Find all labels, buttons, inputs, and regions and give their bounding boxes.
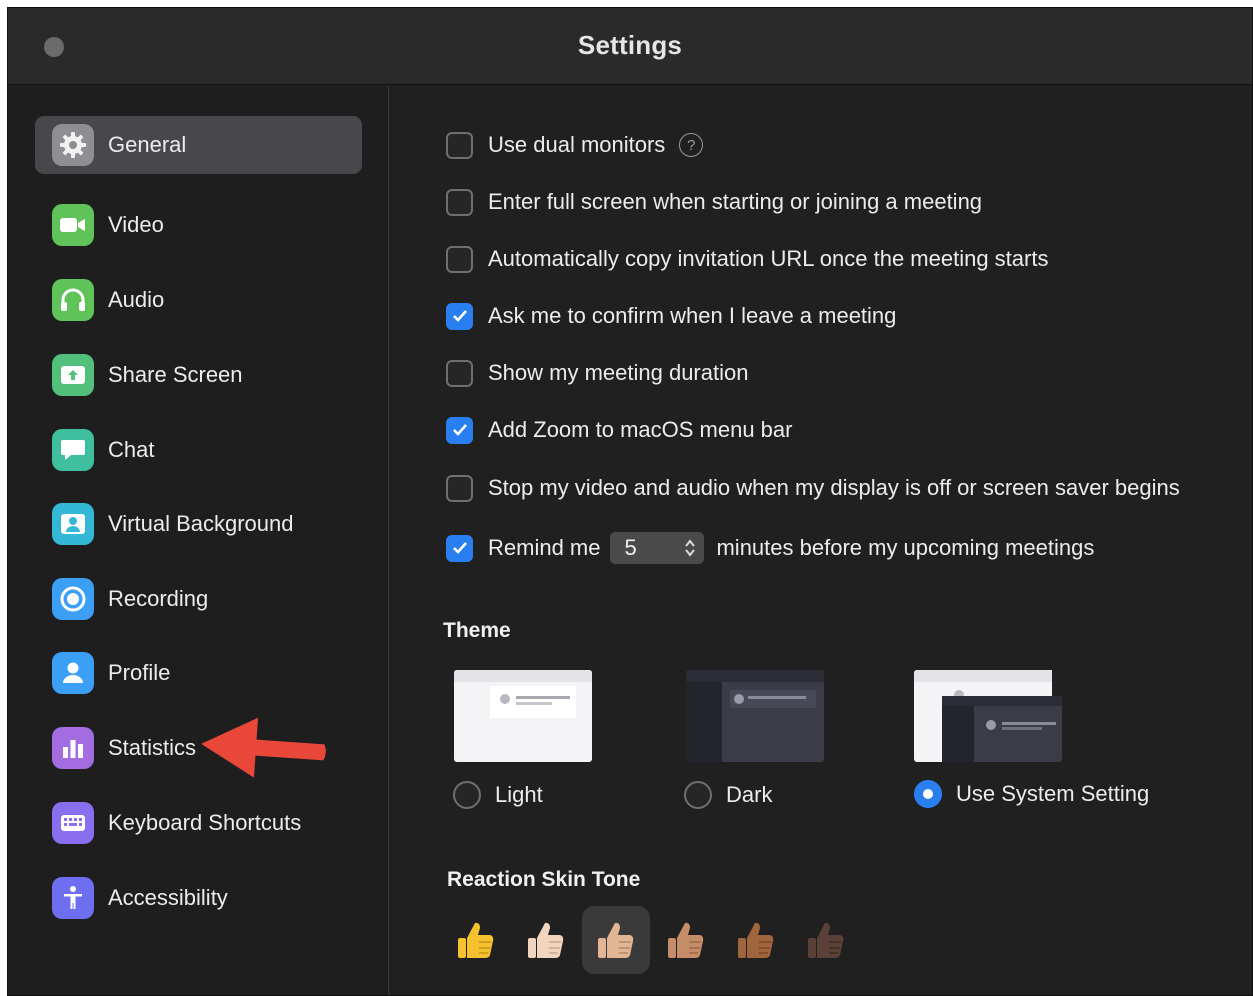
checkbox[interactable] [446, 359, 473, 387]
reminder-minutes-stepper[interactable]: 5 [610, 532, 705, 564]
theme-light-preview[interactable] [454, 670, 592, 762]
option-label: Stop my video and audio when my display … [488, 475, 1180, 500]
general-settings-panel: Use dual monitors ? Enter full screen wh… [390, 86, 1252, 995]
sidebar-item-label: General [108, 132, 187, 157]
thumbs-up-icon [668, 922, 704, 958]
option-label: Ask me to confirm when I leave a meeting [488, 303, 897, 328]
radio-label: Light [495, 782, 543, 807]
checkmark-icon [452, 424, 467, 436]
settings-window: Settings General Video Audio Share Scree… [7, 7, 1253, 996]
annotation-arrow [201, 717, 326, 778]
theme-system-preview[interactable] [914, 670, 1062, 762]
sidebar-item-share-screen[interactable]: Share Screen [35, 346, 362, 404]
checkbox[interactable] [446, 474, 473, 502]
accessibility-icon [52, 877, 94, 919]
sidebar-item-general[interactable]: General [35, 116, 362, 174]
bar-chart-icon [52, 727, 94, 769]
sidebar-item-label: Profile [108, 660, 171, 685]
checkbox[interactable] [446, 131, 473, 159]
sidebar-item-label: Virtual Background [108, 511, 294, 536]
theme-option-system[interactable]: Use System Setting [914, 780, 1149, 808]
theme-option-dark[interactable]: Dark [684, 781, 772, 809]
thumbs-up-icon [458, 922, 494, 958]
option-confirm-leave[interactable]: Ask me to confirm when I leave a meeting [446, 301, 896, 331]
skin-tone-dark[interactable] [792, 906, 860, 974]
theme-section-title: Theme [443, 619, 511, 642]
radio-button[interactable] [453, 781, 481, 809]
checkbox[interactable] [446, 534, 473, 562]
person-icon [52, 652, 94, 694]
sidebar-item-keyboard-shortcuts[interactable]: Keyboard Shortcuts [35, 794, 362, 852]
sidebar-item-label: Keyboard Shortcuts [108, 810, 302, 835]
skin-tone-medium[interactable] [652, 906, 720, 974]
sidebar-item-video[interactable]: Video [35, 196, 362, 254]
option-label: Add Zoom to macOS menu bar [488, 417, 793, 442]
sidebar-item-chat[interactable]: Chat [35, 421, 362, 479]
skin-tone-light[interactable] [512, 906, 580, 974]
thumbs-up-icon [808, 922, 844, 958]
option-stop-video-audio[interactable]: Stop my video and audio when my display … [446, 473, 1180, 503]
option-label: Automatically copy invitation URL once t… [488, 246, 1049, 271]
radio-button[interactable] [684, 781, 712, 809]
video-camera-icon [52, 204, 94, 246]
sidebar-item-recording[interactable]: Recording [35, 570, 362, 628]
stepper-arrows-icon[interactable] [684, 538, 696, 558]
thumbs-up-icon [528, 922, 564, 958]
radio-button[interactable] [914, 780, 942, 808]
keyboard-icon [52, 802, 94, 844]
help-icon[interactable]: ? [679, 133, 704, 157]
stepper-value: 5 [624, 535, 637, 560]
skin-tone-medium-dark[interactable] [722, 906, 790, 974]
skin-tone-section-title: Reaction Skin Tone [447, 868, 641, 891]
sidebar-item-label: Recording [108, 586, 209, 611]
share-screen-icon [52, 354, 94, 396]
checkbox[interactable] [446, 188, 473, 216]
radio-label: Dark [726, 782, 773, 807]
theme-dark-preview[interactable] [686, 670, 824, 762]
sidebar-item-label: Accessibility [108, 885, 228, 910]
skin-tone-medium-light[interactable] [582, 906, 650, 974]
radio-label: Use System Setting [956, 781, 1150, 806]
gear-icon [52, 124, 94, 166]
headphones-icon [52, 279, 94, 321]
option-label: Use dual monitors [488, 132, 666, 157]
record-icon [52, 578, 94, 620]
option-dual-monitors[interactable]: Use dual monitors ? [446, 130, 704, 160]
checkbox[interactable] [446, 302, 473, 330]
thumbs-up-icon [598, 922, 634, 958]
checkmark-icon [452, 542, 467, 554]
sidebar-item-accessibility[interactable]: Accessibility [35, 869, 362, 927]
window-title: Settings [577, 30, 683, 60]
thumbs-up-icon [738, 922, 774, 958]
sidebar-item-label: Share Screen [108, 362, 243, 387]
option-label: Show my meeting duration [488, 360, 749, 385]
option-label: minutes before my upcoming meetings [716, 535, 1095, 560]
sidebar-item-profile[interactable]: Profile [35, 644, 362, 702]
title-bar: Settings [8, 8, 1252, 85]
checkmark-icon [452, 310, 467, 322]
chat-bubble-icon [52, 429, 94, 471]
sidebar-item-audio[interactable]: Audio [35, 271, 362, 329]
checkbox[interactable] [446, 245, 473, 273]
option-copy-invitation-url[interactable]: Automatically copy invitation URL once t… [446, 244, 1048, 274]
sidebar-item-label: Audio [108, 287, 165, 312]
checkbox[interactable] [446, 416, 473, 444]
sidebar-item-label: Video [108, 212, 164, 237]
sidebar-item-virtual-background[interactable]: Virtual Background [35, 495, 362, 553]
option-meeting-duration[interactable]: Show my meeting duration [446, 358, 748, 388]
sidebar-item-label: Chat [108, 437, 155, 462]
option-label: Remind me [488, 535, 601, 560]
settings-sidebar: General Video Audio Share Screen Chat Vi… [8, 86, 389, 995]
skin-tone-yellow[interactable] [442, 906, 510, 974]
option-menu-bar[interactable]: Add Zoom to macOS menu bar [446, 415, 792, 445]
theme-option-light[interactable]: Light [453, 781, 543, 809]
person-portrait-icon [52, 503, 94, 545]
option-remind-me[interactable]: Remind me 5 minutes before my upcoming m… [446, 532, 1095, 564]
sidebar-item-label: Statistics [108, 735, 197, 760]
option-label: Enter full screen when starting or joini… [488, 189, 983, 214]
option-full-screen[interactable]: Enter full screen when starting or joini… [446, 187, 982, 217]
